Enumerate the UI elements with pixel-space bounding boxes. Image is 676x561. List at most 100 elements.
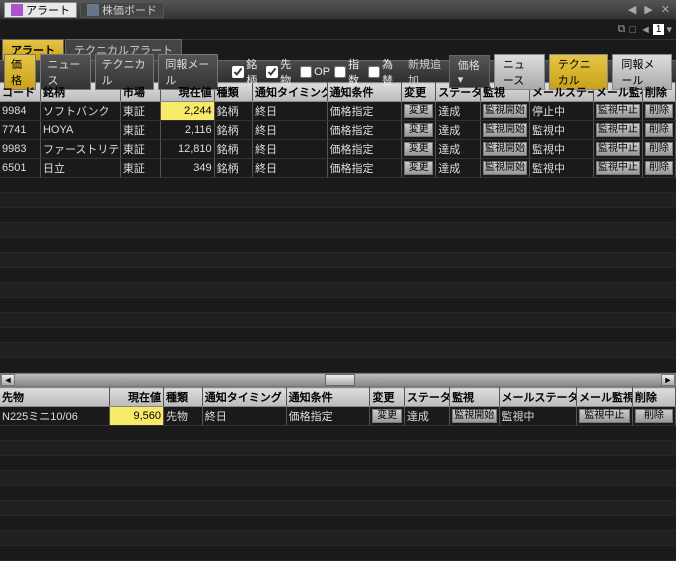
check-index[interactable]: 指数 [334,56,364,88]
check-meigara[interactable]: 銘柄 [232,56,262,88]
dock-icon[interactable]: ⧉ [618,23,626,36]
cell-name: ファーストリテ [40,140,120,159]
table-header-row: 先物 現在値 種類 通知タイミング 通知条件 変更 ステータス 監視 メールステ… [0,388,676,407]
cell-cond: 価格指定 [286,407,370,426]
title-tab-label: アラート [26,2,70,18]
check-fx[interactable]: 為替 [368,56,398,88]
col-timing[interactable]: 通知タイミング [202,388,286,407]
cell-price: 12,810 [161,140,214,159]
cell-button[interactable]: 監視開始 [483,161,527,175]
table-row[interactable]: 9983ファーストリテ東証12,810銘柄終日価格指定変更達成監視開始監視中監視… [0,140,676,159]
window-controls: ⧉ □ ◄ 1 ▾ [0,20,676,40]
cell-market: 東証 [120,121,160,140]
cell-cond: 価格指定 [327,140,402,159]
cell-price: 9,560 [110,407,164,426]
cell-market: 東証 [120,159,160,178]
alert-icon [11,4,23,16]
cell-cond: 価格指定 [327,159,402,178]
scroll-right-icon[interactable]: ► [661,374,675,386]
board-icon [87,4,99,16]
cell-button[interactable]: 監視中止 [596,161,640,175]
cell-code: 9984 [0,102,40,121]
cell-mon: 監視開始 [480,121,529,140]
cell-button[interactable]: 削除 [645,161,673,175]
cell-button[interactable]: 変更 [404,123,433,137]
cell-button[interactable]: 監視開始 [452,409,496,423]
cell-mmon: 監視中止 [593,102,642,121]
check-futures[interactable]: 先物 [266,56,296,88]
prev-icon[interactable]: ◀ [626,3,638,16]
cell-button[interactable]: 削除 [635,409,673,423]
check-op[interactable]: OP [300,66,330,78]
scroll-left-icon[interactable]: ◄ [1,374,15,386]
cell-price: 2,116 [161,121,214,140]
cell-button[interactable]: 削除 [645,123,673,137]
pager-prev-icon[interactable]: ◄ [640,24,651,36]
col-code[interactable]: コード [0,83,40,102]
cell-status: 達成 [436,140,481,159]
cell-mon: 監視開始 [450,407,499,426]
table-row[interactable]: N225ミニ10/069,560先物終日価格指定変更達成監視開始監視中監視中止削… [0,407,676,426]
col-kind[interactable]: 種類 [163,388,202,407]
cell-button[interactable]: 監視開始 [483,104,527,118]
cell-mon: 監視開始 [480,102,529,121]
cell-mstat: 停止中 [529,102,593,121]
expand-icon[interactable]: □ [629,24,636,36]
cell-mstat: 監視中 [529,159,593,178]
col-price[interactable]: 現在値 [110,388,164,407]
cell-button[interactable]: 監視中止 [596,104,640,118]
cell-kind: 銘柄 [214,121,252,140]
cell-button[interactable]: 変更 [404,142,433,156]
cell-button[interactable]: 監視開始 [483,123,527,137]
title-tab-alert[interactable]: アラート [4,2,77,18]
cell-button[interactable]: 変更 [372,409,401,423]
cell-change: 変更 [370,407,404,426]
pager[interactable]: ◄ 1 ▾ [640,23,672,36]
hscrollbar[interactable]: ◄ ► [0,373,676,387]
col-status[interactable]: ステータス [436,83,481,102]
col-mmon[interactable]: メール監視 [593,83,642,102]
close-icon[interactable]: ✕ [659,3,672,16]
col-futures[interactable]: 先物 [0,388,110,407]
next-icon[interactable]: ▶ [642,3,654,16]
col-mmon[interactable]: メール監視 [576,388,632,407]
cell-button[interactable]: 変更 [404,161,433,175]
col-monitor[interactable]: 監視 [450,388,499,407]
pager-menu-icon[interactable]: ▾ [666,23,672,36]
cell-button[interactable]: 削除 [645,104,673,118]
cell-del: 削除 [642,121,675,140]
cell-code: 9983 [0,140,40,159]
toolbar: 価格 ニュース テクニカル 同報メール 銘柄 先物 OP 指数 為替 新規追加 … [0,60,676,82]
table-row[interactable]: 6501日立東証349銘柄終日価格指定変更達成監視開始監視中監視中止削除 [0,159,676,178]
scroll-track[interactable] [15,374,661,386]
col-del[interactable]: 削除 [632,388,675,407]
stock-grid: コード 銘柄 市場 現在値 種類 通知タイミング 通知条件 変更 ステータス 監… [0,82,676,178]
cell-del: 削除 [642,159,675,178]
col-cond[interactable]: 通知条件 [286,388,370,407]
cell-del: 削除 [632,407,675,426]
title-tab-board[interactable]: 株価ボード [80,2,164,18]
cell-change: 変更 [402,102,436,121]
cell-button[interactable]: 監視中止 [596,123,640,137]
cell-button[interactable]: 削除 [645,142,673,156]
cell-kind: 銘柄 [214,102,252,121]
col-mstat[interactable]: メールステータス [529,83,593,102]
cell-mstat: 監視中 [529,121,593,140]
cell-timing: 終日 [252,121,327,140]
cell-mon: 監視開始 [480,140,529,159]
cell-button[interactable]: 監視中止 [596,142,640,156]
col-timing[interactable]: 通知タイミング [252,83,327,102]
col-change[interactable]: 変更 [370,388,404,407]
cell-mon: 監視開始 [480,159,529,178]
cell-button[interactable]: 変更 [404,104,433,118]
table-row[interactable]: 7741HOYA東証2,116銘柄終日価格指定変更達成監視開始監視中監視中止削除 [0,121,676,140]
col-status[interactable]: ステータス [404,388,449,407]
col-mstat[interactable]: メールステータス [499,388,576,407]
cell-status: 達成 [436,159,481,178]
title-tab-label: 株価ボード [102,2,157,18]
scroll-thumb[interactable] [325,374,355,386]
cell-button[interactable]: 監視開始 [483,142,527,156]
cell-button[interactable]: 監視中止 [579,409,630,423]
table-row[interactable]: 9984ソフトバンク東証2,244銘柄終日価格指定変更達成監視開始停止中監視中止… [0,102,676,121]
col-market[interactable]: 市場 [120,83,160,102]
